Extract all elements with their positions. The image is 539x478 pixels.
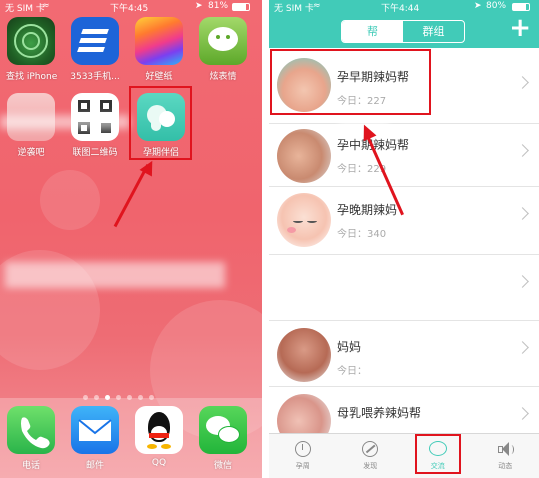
segment-bang[interactable]: 帮	[342, 21, 403, 42]
app-label: 电话	[21, 461, 40, 471]
clock-label: 下午4:44	[381, 4, 420, 14]
app-wallpaper[interactable]: 好壁纸	[134, 17, 184, 82]
highlight-box-group	[270, 49, 431, 115]
group-name: 妈妈	[337, 340, 362, 354]
tab-label: 孕周	[295, 462, 310, 470]
add-button[interactable]: +	[509, 15, 531, 41]
list-item-mama[interactable]: 妈妈 今日：	[269, 321, 539, 387]
wifi-icon: ≈	[313, 1, 321, 11]
page-dots[interactable]	[83, 385, 173, 400]
app-screen: 无 SIM 卡 ≈ 下午4:44 ➤ 80% 帮 群组 + 孕早期辣妈帮 今日：…	[269, 0, 539, 478]
blur-overlay	[5, 262, 225, 288]
battery-label: 81%	[208, 1, 229, 11]
chevron-right-icon	[516, 207, 529, 220]
wechat-icon	[199, 406, 247, 454]
highlight-box-app	[129, 86, 192, 160]
battery-icon	[512, 3, 530, 11]
battery-label: 80%	[486, 1, 507, 11]
app-label: 炫表情	[209, 72, 237, 82]
qq-icon	[135, 406, 183, 454]
mail-icon	[71, 406, 119, 454]
list-item-mid-pregnancy[interactable]: 孕中期辣妈帮 今日：229	[269, 124, 539, 187]
dock-qq[interactable]: QQ	[134, 406, 184, 468]
dock-wechat[interactable]: 微信	[198, 406, 248, 471]
app-label: 微信	[213, 461, 232, 471]
wallpaper-bokeh	[40, 170, 100, 230]
carrier-label: 无 SIM 卡	[5, 4, 45, 14]
app-label: 邮件	[85, 461, 104, 471]
group-name: 孕晚期辣妈	[337, 203, 398, 217]
app-label: 逆袭吧	[17, 148, 45, 158]
chevron-right-icon	[516, 275, 529, 288]
group-name: 母乳喂养辣妈帮	[337, 406, 422, 420]
app-3533[interactable]: 3533手机...	[70, 17, 120, 82]
battery-icon	[232, 3, 250, 11]
list-item-breastfeeding[interactable]: 母乳喂养辣妈帮	[269, 387, 539, 448]
dock-phone[interactable]: 电话	[6, 406, 56, 471]
avatar	[277, 328, 331, 382]
3533-app-icon	[71, 17, 119, 65]
phone-icon	[7, 406, 55, 454]
chevron-right-icon	[516, 76, 529, 89]
app-find-iphone[interactable]: 查找 iPhone	[6, 17, 58, 82]
avatar	[277, 193, 331, 247]
red-arrow	[113, 163, 150, 228]
find-iphone-icon	[7, 17, 55, 65]
chevron-right-icon	[516, 407, 529, 420]
tab-discover[interactable]: 发现	[337, 434, 405, 478]
app-label: 好壁纸	[145, 72, 173, 82]
clock-label: 下午4:45	[110, 4, 149, 14]
tab-label: 动态	[498, 462, 513, 470]
carrier-label: 无 SIM 卡	[274, 4, 314, 14]
tab-pregnancy-week[interactable]: 孕周	[269, 434, 337, 478]
tab-activity[interactable]: 动态	[472, 434, 539, 478]
nav-bar: 无 SIM 卡 ≈ 下午4:44 ➤ 80% 帮 群组 +	[269, 0, 539, 48]
status-bar: 无 SIM 卡 ≈ 下午4:44 ➤ 80%	[269, 0, 539, 14]
app-emoji[interactable]: 炫表情	[198, 17, 248, 82]
wallpaper-app-icon	[135, 17, 183, 65]
location-icon: ➤	[474, 1, 482, 11]
list-item-late-pregnancy[interactable]: 孕晚期辣妈 今日：340	[269, 187, 539, 255]
blur-overlay	[269, 257, 539, 275]
today-count: 今日：	[337, 366, 367, 377]
app-label: 3533手机...	[70, 72, 120, 82]
app-label: 联图二维码	[72, 148, 118, 158]
status-bar: 无 SIM 卡 ≈ 下午4:45 ➤ 81%	[0, 0, 262, 14]
home-screen: 无 SIM 卡 ≈ 下午4:45 ➤ 81% 查找 iPhone 3533手机.…	[0, 0, 262, 478]
tab-bar: 孕周 发现 交流 动态	[269, 433, 539, 478]
speaker-icon	[496, 440, 515, 458]
chevron-right-icon	[516, 341, 529, 354]
chevron-right-icon	[516, 144, 529, 157]
wifi-icon: ≈	[42, 1, 50, 11]
segment-groups[interactable]: 群组	[403, 21, 464, 42]
dock-mail[interactable]: 邮件	[70, 406, 120, 471]
avatar	[277, 129, 331, 183]
highlight-box-tab	[415, 434, 461, 474]
blur-overlay	[0, 115, 130, 129]
compass-icon	[361, 440, 379, 458]
location-icon: ➤	[195, 1, 203, 11]
app-label: QQ	[151, 458, 167, 468]
emoji-app-icon	[199, 17, 247, 65]
app-label: 查找 iPhone	[6, 72, 58, 82]
tab-label: 发现	[363, 462, 378, 470]
clock-icon	[294, 440, 312, 458]
segmented-control: 帮 群组	[341, 20, 465, 43]
today-count: 今日：340	[337, 229, 387, 240]
